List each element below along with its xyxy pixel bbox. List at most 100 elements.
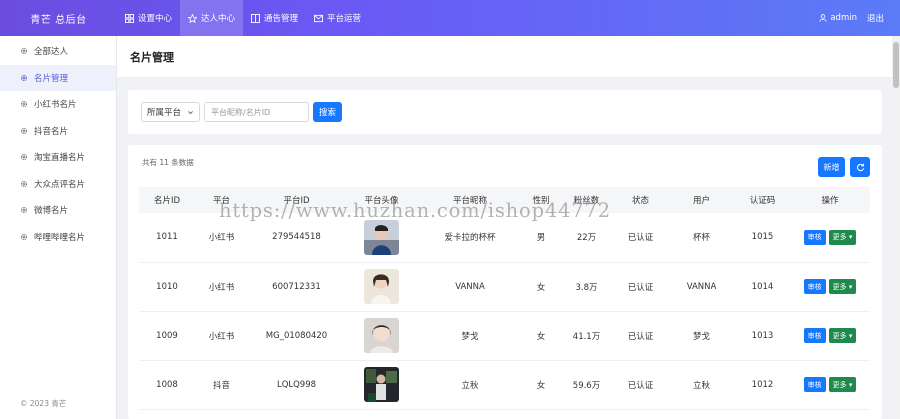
refresh-icon (856, 163, 864, 171)
add-card-button[interactable]: 新增 (818, 157, 845, 177)
cell-platform-id: LQLQ998 (248, 360, 345, 410)
more-button[interactable]: 更多 ▾ (828, 229, 857, 245)
cell-fans: 59.6万 (560, 360, 613, 410)
cell-gender: 男 (522, 213, 560, 263)
cell-code: 1013 (735, 311, 790, 361)
page-title: 名片管理 (117, 36, 892, 78)
cell-nickname: 爱卡拉的杯杯 (418, 213, 522, 263)
more-button[interactable]: 更多 ▾ (828, 328, 857, 343)
sidebar-item-label: 微博名片 (34, 206, 69, 217)
cell-avatar (345, 360, 418, 410)
cell-gender: 女 (522, 262, 560, 312)
logout-link[interactable]: 退出 (867, 12, 884, 24)
audit-button[interactable]: 审核 (803, 328, 826, 343)
column-header: 平台头像 (345, 187, 418, 213)
total-count: 共有 11 条数据 (142, 158, 194, 167)
more-label: 更多 (832, 380, 847, 389)
star-icon (188, 13, 198, 23)
sidebar-item-label: 哔哩哔哩名片 (34, 232, 86, 243)
gear-icon (20, 154, 28, 161)
nav-item-talent[interactable]: 达人中心 (180, 0, 244, 36)
cell-status: 已认证 (613, 360, 668, 410)
search-button[interactable]: 搜索 (313, 102, 343, 122)
cell-platform: 小红书 (195, 262, 248, 312)
platform-select[interactable]: 所属平台 (141, 102, 200, 122)
cell-gender: 女 (522, 311, 560, 361)
audit-button[interactable]: 审核 (803, 229, 826, 245)
nav-item-operation[interactable]: 平台运营 (306, 0, 369, 36)
sidebar-item-all-talent[interactable]: 全部达人 (0, 38, 116, 65)
cell-user: 立秋 (668, 360, 735, 410)
cell-platform: 小红书 (195, 311, 248, 361)
user-menu[interactable]: admin (819, 13, 857, 23)
gear-icon (20, 74, 28, 81)
cell-nickname: VANNA (418, 262, 522, 312)
sidebar-item-douyin-card[interactable]: 抖音名片 (0, 118, 116, 145)
cell-actions: 审核 更多 ▾ (790, 262, 870, 312)
sidebar-item-taobao-card[interactable]: 淘宝直播名片 (0, 144, 116, 171)
nav-label: 达人中心 (201, 14, 236, 24)
platform-select-value: 所属平台 (147, 108, 182, 118)
table-row: 1009 小红书 MG_01080420 梦戈 女 41.1万 已认证 梦戈 1… (139, 311, 870, 361)
more-button[interactable]: 更多 ▾ (828, 279, 857, 294)
gear-icon (20, 101, 28, 108)
audit-button[interactable]: 审核 (803, 279, 826, 294)
nav-label: 设置中心 (138, 14, 173, 24)
sidebar-item-weibo-card[interactable]: 微博名片 (0, 197, 116, 224)
search-input[interactable] (204, 102, 309, 122)
top-nav: 设置中心 达人中心 通告管理 平台运营 (117, 0, 369, 36)
cell-fans: 41.1万 (560, 311, 613, 361)
sidebar-item-xhs-card[interactable]: 小红书名片 (0, 91, 116, 118)
table-header-row: 名片ID 平台 平台ID 平台头像 平台昵称 性别 粉丝数 状态 用户 认证码 … (139, 187, 870, 213)
more-button[interactable]: 更多 ▾ (828, 377, 857, 392)
cell-actions: 审核 更多 ▾ (790, 213, 870, 263)
sidebar-item-bilibili-card[interactable]: 哔哩哔哩名片 (0, 224, 116, 251)
column-header: 状态 (613, 187, 668, 213)
username: admin (830, 13, 857, 23)
mail-icon (314, 14, 324, 22)
nav-item-notice[interactable]: 通告管理 (243, 0, 306, 36)
cell-card-id: 1009 (139, 311, 195, 361)
column-header: 平台 (195, 187, 248, 213)
sidebar-item-label: 淘宝直播名片 (34, 153, 86, 164)
cell-status: 已认证 (613, 262, 668, 312)
avatar[interactable] (364, 219, 399, 255)
scrollbar-thumb[interactable] (893, 42, 899, 88)
cell-code: 1012 (735, 360, 790, 410)
caret-down-icon: ▾ (848, 233, 853, 242)
caret-down-icon: ▾ (848, 380, 853, 389)
cell-avatar (345, 262, 418, 312)
cell-card-id: 1008 (139, 360, 195, 410)
sidebar-item-card-manage[interactable]: 名片管理 (0, 64, 116, 91)
cell-card-id: 1010 (139, 262, 195, 312)
avatar[interactable] (364, 318, 399, 353)
avatar[interactable] (364, 269, 399, 304)
nav-label: 平台运营 (327, 14, 362, 24)
columns-icon (251, 13, 261, 23)
column-header: 性别 (522, 187, 560, 213)
column-header: 粉丝数 (560, 187, 613, 213)
cell-status: 已认证 (613, 311, 668, 361)
nav-item-settings[interactable]: 设置中心 (117, 0, 180, 36)
refresh-button[interactable] (850, 157, 870, 177)
brand-title: 青芒 总后台 (30, 14, 87, 26)
audit-button[interactable]: 审核 (803, 377, 826, 392)
sidebar-item-label: 小红书名片 (34, 100, 77, 111)
sidebar-item-dianping-card[interactable]: 大众点评名片 (0, 171, 116, 198)
sidebar-item-label: 全部达人 (34, 47, 69, 58)
table-card: 共有 11 条数据 新增 名片ID 平台 平台ID 平台头像 平台昵称 性别 粉… (128, 145, 882, 419)
more-label: 更多 (832, 233, 847, 242)
gear-icon (20, 233, 28, 240)
nav-label: 通告管理 (264, 14, 299, 24)
cell-code: 1015 (735, 213, 790, 263)
top-bar: 青芒 总后台 设置中心 达人中心 通告管理 平台运营 admin 退出 (0, 0, 900, 36)
cell-nickname: 立秋 (418, 360, 522, 410)
sidebar-item-label: 抖音名片 (34, 126, 69, 137)
card-table: 名片ID 平台 平台ID 平台头像 平台昵称 性别 粉丝数 状态 用户 认证码 … (139, 187, 870, 410)
avatar[interactable] (364, 367, 399, 402)
caret-down-icon: ▾ (848, 282, 853, 291)
scrollbar-track[interactable] (892, 36, 900, 419)
sidebar: 全部达人 名片管理 小红书名片 抖音名片 淘宝直播名片 大众点评名片 微博名片 … (0, 36, 117, 419)
cell-platform-id: 600712331 (248, 262, 345, 312)
column-header: 用户 (668, 187, 735, 213)
